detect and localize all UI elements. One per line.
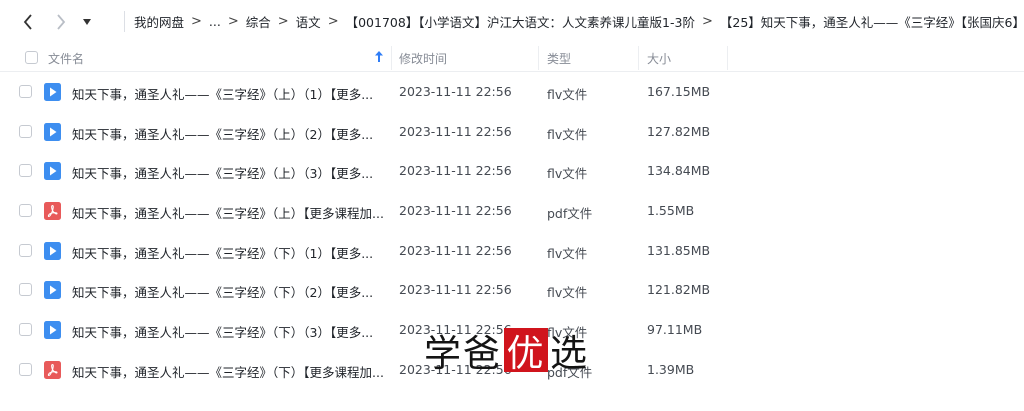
watermark-char-boxed: 优 xyxy=(504,328,548,375)
file-type: flv文件 xyxy=(547,166,588,182)
breadcrumb-item-course[interactable]: 【001708】【小学语文】沪江大语文：人文素养课儿童版1-3阶 xyxy=(346,12,695,31)
row-checkbox[interactable] xyxy=(19,124,32,138)
file-name[interactable]: 知天下事，通圣人礼——《三字经》（上）（1）【更多... xyxy=(72,84,384,103)
breadcrumb-item-chinese[interactable]: 语文 xyxy=(296,12,321,31)
file-row[interactable]: 知天下事，通圣人礼——《三字经》（下）（2）【更多... 2023-11-11 2… xyxy=(0,270,1024,310)
breadcrumb-item-my-drive[interactable]: 我的网盘 xyxy=(134,12,184,31)
column-divider[interactable] xyxy=(538,46,539,70)
file-modified-time: 2023-11-11 22:56 xyxy=(399,282,512,298)
toolbar-divider xyxy=(124,11,125,32)
file-name[interactable]: 知天下事，通圣人礼——《三字经》（下）【更多课程加... xyxy=(72,362,384,381)
file-name[interactable]: 知天下事，通圣人礼——《三字经》（上）【更多课程加... xyxy=(72,203,384,222)
chevron-left-icon xyxy=(23,14,32,30)
breadcrumb-separator: > xyxy=(701,14,713,29)
file-name[interactable]: 知天下事，通圣人礼——《三字经》（下）（2）【更多... xyxy=(72,282,384,301)
breadcrumb-item-current-folder[interactable]: 【25】知天下事，通圣人礼——《三字经》【张国庆6】 xyxy=(720,12,1024,31)
file-name[interactable]: 知天下事，通圣人礼——《三字经》（下）（3）【更多... xyxy=(72,322,384,341)
file-row[interactable]: 知天下事，通圣人礼——《三字经》（上）（1）【更多... 2023-11-11 2… xyxy=(0,72,1024,112)
column-header-type[interactable]: 类型 xyxy=(547,50,571,67)
video-file-icon xyxy=(44,83,61,101)
file-modified-time: 2023-11-11 22:56 xyxy=(399,242,512,258)
file-modified-time: 2023-11-11 22:56 xyxy=(399,163,512,179)
video-file-icon xyxy=(44,281,61,300)
row-checkbox[interactable] xyxy=(19,85,32,98)
breadcrumb-separator: > xyxy=(327,14,339,29)
column-header-time[interactable]: 修改时间 xyxy=(399,50,447,67)
file-size: 134.84MB xyxy=(647,163,711,179)
watermark-char: 选 xyxy=(550,332,589,375)
select-all-checkbox[interactable] xyxy=(25,51,38,64)
watermark: 学 爸 优 选 xyxy=(424,327,589,375)
forward-button[interactable] xyxy=(50,10,72,34)
row-checkbox[interactable] xyxy=(19,204,32,218)
file-modified-time: 2023-11-11 22:56 xyxy=(399,123,512,139)
video-file-icon xyxy=(44,162,61,181)
row-checkbox[interactable] xyxy=(19,164,32,178)
column-divider[interactable] xyxy=(638,46,639,70)
file-size: 1.39MB xyxy=(647,361,695,377)
breadcrumb-item-ellipsis[interactable]: ... xyxy=(209,14,221,29)
file-type: flv文件 xyxy=(547,245,588,261)
chevron-right-icon xyxy=(57,14,66,30)
file-row[interactable]: 知天下事，通圣人礼——《三字经》（下）（1）【更多... 2023-11-11 2… xyxy=(0,231,1024,271)
breadcrumb: 我的网盘 > ... > 综合 > 语文 > 【001708】【小学语文】沪江大… xyxy=(134,0,1024,43)
watermark-char: 学 xyxy=(424,332,463,375)
file-type: pdf文件 xyxy=(547,206,593,222)
column-header-name[interactable]: 文件名 xyxy=(48,50,84,67)
file-modified-time: 2023-11-11 22:56 xyxy=(399,203,512,219)
file-type: flv文件 xyxy=(547,126,588,142)
file-row[interactable]: 知天下事，通圣人礼——《三字经》（上）【更多课程加... 2023-11-11 2… xyxy=(0,191,1024,231)
sort-ascending-icon[interactable] xyxy=(375,51,383,65)
file-list-header: 文件名 修改时间 类型 大小 xyxy=(0,43,1024,72)
caret-down-icon xyxy=(83,19,91,25)
video-file-icon xyxy=(44,241,61,260)
file-size: 121.82MB xyxy=(647,282,711,298)
file-row[interactable]: 知天下事，通圣人礼——《三字经》（上）（2）【更多... 2023-11-11 2… xyxy=(0,112,1024,152)
breadcrumb-separator: > xyxy=(277,14,289,29)
column-divider[interactable] xyxy=(391,46,392,70)
pdf-file-icon xyxy=(44,202,61,221)
breadcrumb-separator: > xyxy=(191,14,202,29)
file-size: 127.82MB xyxy=(647,123,711,139)
video-file-icon xyxy=(44,122,61,141)
file-size: 1.55MB xyxy=(647,203,695,219)
file-name[interactable]: 知天下事，通圣人礼——《三字经》（下）（1）【更多... xyxy=(72,243,384,262)
file-size: 97.11MB xyxy=(647,322,703,338)
pdf-file-icon xyxy=(44,360,61,379)
column-divider[interactable] xyxy=(727,46,728,70)
file-row[interactable]: 知天下事，通圣人礼——《三字经》（上）（3）【更多... 2023-11-11 2… xyxy=(0,151,1024,191)
back-button[interactable] xyxy=(17,10,39,34)
file-size: 131.85MB xyxy=(647,242,711,258)
row-checkbox[interactable] xyxy=(19,243,32,257)
row-checkbox[interactable] xyxy=(19,323,32,337)
column-header-size[interactable]: 大小 xyxy=(647,50,671,67)
file-name[interactable]: 知天下事，通圣人礼——《三字经》（上）（2）【更多... xyxy=(72,124,384,143)
video-file-icon xyxy=(44,321,61,340)
file-modified-time: 2023-11-11 22:56 xyxy=(399,84,512,99)
history-dropdown-button[interactable] xyxy=(76,10,98,34)
row-checkbox[interactable] xyxy=(19,283,32,297)
breadcrumb-item-general[interactable]: 综合 xyxy=(246,12,271,31)
breadcrumb-separator: > xyxy=(227,14,239,29)
file-size: 167.15MB xyxy=(647,84,711,99)
watermark-char: 爸 xyxy=(463,332,502,375)
toolbar: 我的网盘 > ... > 综合 > 语文 > 【001708】【小学语文】沪江大… xyxy=(0,0,1024,43)
file-name[interactable]: 知天下事，通圣人礼——《三字经》（上）（3）【更多... xyxy=(72,163,384,182)
file-type: flv文件 xyxy=(547,285,588,301)
row-checkbox[interactable] xyxy=(19,362,32,376)
file-type: flv文件 xyxy=(547,87,588,102)
